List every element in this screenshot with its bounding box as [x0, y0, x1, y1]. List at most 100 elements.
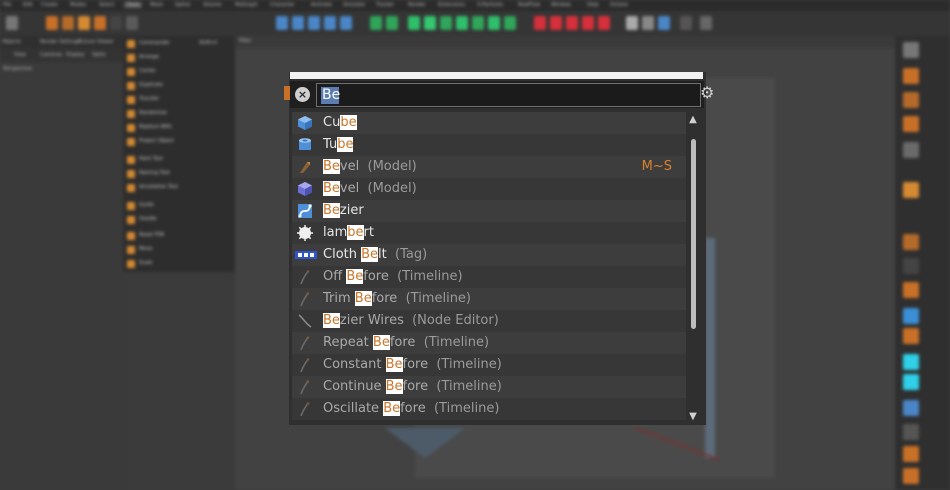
- toolbar-tool-icon[interactable]: [456, 16, 468, 30]
- toolbar-tool-icon[interactable]: [6, 16, 18, 30]
- tools-menu-item[interactable]: Guide: [127, 200, 231, 212]
- clear-search-button[interactable]: ×: [295, 87, 310, 102]
- toolbar-tool-icon[interactable]: [292, 16, 304, 30]
- right-panel-tool-icon[interactable]: [903, 234, 919, 250]
- toolbar-tool-icon[interactable]: [78, 16, 90, 30]
- result-row[interactable]: Cloth Belt (Tag): [292, 244, 686, 266]
- toolbar-tool-icon[interactable]: [700, 16, 712, 30]
- menu-item-tracker[interactable]: Tracker: [376, 2, 394, 8]
- toolbar-tool-icon[interactable]: [504, 16, 516, 30]
- result-row[interactable]: Repeat Before (Timeline): [292, 332, 686, 354]
- toolbar-tool-icon[interactable]: [370, 16, 382, 30]
- toolbar-tool-icon[interactable]: [550, 16, 562, 30]
- tools-menu-item[interactable]: Center: [127, 66, 231, 78]
- tools-menu-item[interactable]: Reset PSR: [127, 230, 231, 242]
- tools-menu-item[interactable]: Annotation Tool: [127, 182, 231, 194]
- menu-item-mograph[interactable]: MoGraph: [235, 2, 258, 8]
- right-panel-tool-icon[interactable]: [903, 68, 919, 84]
- toolbar-tool-icon[interactable]: [626, 16, 638, 30]
- menu-item-spline[interactable]: Spline: [175, 2, 190, 8]
- toolbar-tool-icon[interactable]: [488, 16, 500, 30]
- toolbar-tool-icon[interactable]: [658, 16, 670, 30]
- tools-menu-item[interactable]: Scale: [127, 258, 231, 270]
- viewport-menu-optio[interactable]: Optio: [92, 52, 106, 58]
- right-panel-tool-icon[interactable]: [903, 258, 919, 274]
- scroll-down-button[interactable]: ▼: [686, 410, 700, 424]
- toolbar-tool-icon[interactable]: [110, 16, 122, 30]
- tools-menu-item[interactable]: Project Object: [127, 136, 231, 148]
- tools-menu-item[interactable]: Paint Tool: [127, 154, 231, 166]
- menu-item-simulate[interactable]: Simulate: [343, 2, 365, 8]
- menu-item-tools[interactable]: Tools: [124, 2, 143, 8]
- viewport-menu-view[interactable]: View: [14, 52, 26, 58]
- tools-menu-item[interactable]: Transfer: [127, 94, 231, 106]
- toolbar-tool-icon[interactable]: [386, 16, 398, 30]
- toolbar-tool-icon[interactable]: [440, 16, 452, 30]
- result-row[interactable]: Bezier: [292, 200, 686, 222]
- menu-item-modes[interactable]: Modes: [70, 2, 86, 8]
- result-row[interactable]: Oscillate Before (Timeline): [292, 398, 686, 420]
- menu-item-help[interactable]: Help: [587, 2, 598, 8]
- result-row[interactable]: lambert: [292, 222, 686, 244]
- toolbar-tool-icon[interactable]: [566, 16, 578, 30]
- right-panel-tool-icon[interactable]: [903, 282, 919, 298]
- menu-item-file[interactable]: File: [3, 2, 11, 8]
- tools-menu-item[interactable]: Replace With: [127, 122, 231, 134]
- left-tab-render-settings[interactable]: Render Settings: [40, 39, 80, 45]
- commander-search-input[interactable]: [316, 83, 701, 107]
- toolbar-tool-icon[interactable]: [642, 16, 654, 30]
- menu-item-animate[interactable]: Animate: [311, 2, 332, 8]
- tools-menu-item[interactable]: Arrange: [127, 52, 231, 64]
- tools-menu-item[interactable]: Move: [127, 244, 231, 256]
- toolbar-tool-icon[interactable]: [424, 16, 436, 30]
- right-panel-tool-icon[interactable]: [903, 354, 919, 370]
- result-row[interactable]: Trim Before (Timeline): [292, 288, 686, 310]
- right-panel-tool-icon[interactable]: [903, 424, 919, 440]
- toolbar-tool-icon[interactable]: [276, 16, 288, 30]
- result-row[interactable]: Bevel (Model) M~S: [292, 156, 686, 178]
- right-panel-tool-icon[interactable]: [903, 42, 919, 58]
- menu-item-octane[interactable]: Octane: [610, 2, 628, 8]
- left-tab-picture-viewer[interactable]: Picture Viewer: [78, 39, 114, 45]
- menu-item-volume[interactable]: Volume: [203, 2, 222, 8]
- toolbar-tool-icon[interactable]: [94, 16, 106, 30]
- result-row[interactable]: Cube: [292, 112, 686, 134]
- toolbar-tool-icon[interactable]: [598, 16, 610, 30]
- menu-item-character[interactable]: Character: [270, 2, 295, 8]
- result-row[interactable]: Constant Before (Timeline): [292, 354, 686, 376]
- right-panel-tool-icon[interactable]: [903, 446, 919, 462]
- tools-menu-commander[interactable]: Commander Shift+C: [127, 38, 231, 50]
- menu-item-realflow[interactable]: RealFlow: [518, 2, 540, 8]
- tools-menu-item[interactable]: Duplicate: [127, 80, 231, 92]
- toolbar-tool-icon[interactable]: [534, 16, 546, 30]
- left-tab-objects[interactable]: Objects: [2, 39, 21, 45]
- toolbar-tool-icon[interactable]: [308, 16, 320, 30]
- result-row[interactable]: Tube: [292, 134, 686, 156]
- toolbar-tool-icon[interactable]: [472, 16, 484, 30]
- right-panel-tool-icon[interactable]: [903, 468, 919, 484]
- right-panel-tool-icon[interactable]: [903, 142, 919, 158]
- tools-menu-item[interactable]: Randomize: [127, 108, 231, 120]
- toolbar-tool-icon[interactable]: [680, 16, 692, 30]
- menu-item-mesh[interactable]: Mesh: [150, 2, 163, 8]
- right-panel-tool-icon[interactable]: [903, 116, 919, 132]
- toolbar-tool-icon[interactable]: [408, 16, 420, 30]
- viewport-menu-cameras[interactable]: Cameras: [40, 52, 62, 58]
- right-panel-tool-icon[interactable]: [903, 92, 919, 108]
- result-row[interactable]: Bevel (Model): [292, 178, 686, 200]
- menu-item-select[interactable]: Select: [99, 2, 114, 8]
- result-row[interactable]: Bezier Wires (Node Editor): [292, 310, 686, 332]
- tools-menu-item[interactable]: Doodle: [127, 214, 231, 226]
- viewport-menu-display[interactable]: Display: [66, 52, 84, 58]
- toolbar-tool-icon[interactable]: [582, 16, 594, 30]
- right-panel-tool-icon[interactable]: [903, 308, 919, 324]
- right-panel-tool-icon[interactable]: [903, 400, 919, 416]
- right-panel-tool-icon[interactable]: [903, 182, 919, 198]
- scroll-up-button[interactable]: ▲: [686, 113, 700, 127]
- result-row[interactable]: Continue Before (Timeline): [292, 376, 686, 398]
- right-panel-tool-icon[interactable]: [903, 328, 919, 344]
- toolbar-tool-icon[interactable]: [126, 16, 138, 30]
- menu-item-extensions[interactable]: Extensions: [438, 2, 465, 8]
- tools-menu-item[interactable]: Naming Tool: [127, 168, 231, 180]
- menu-item-x-particles[interactable]: X-Particles: [477, 2, 503, 8]
